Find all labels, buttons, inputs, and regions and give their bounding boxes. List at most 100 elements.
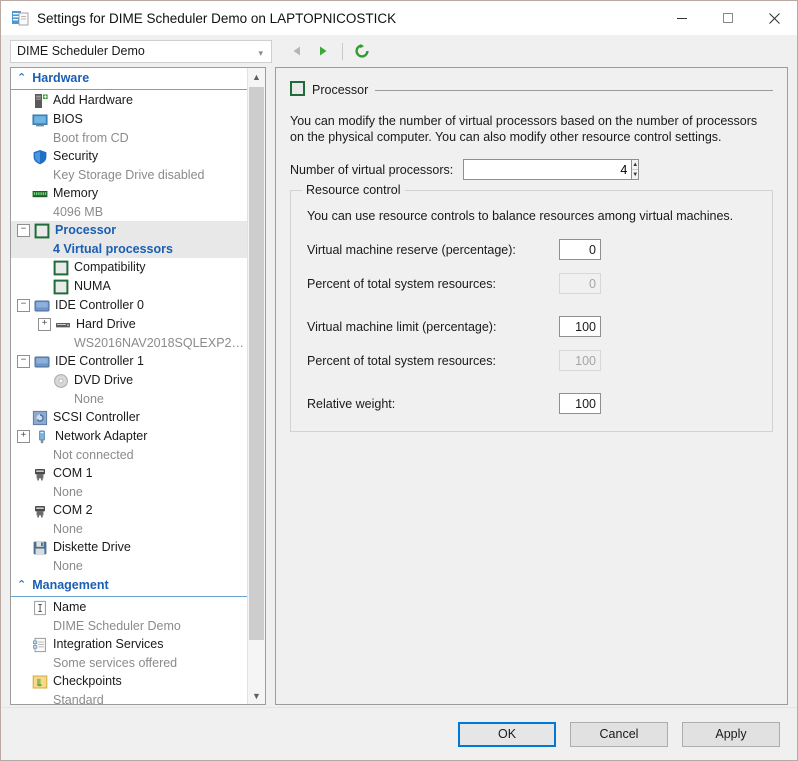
forward-button[interactable] <box>311 39 335 63</box>
processor-icon <box>53 260 69 276</box>
toolbar-buttons <box>285 39 374 63</box>
stepper-down-icon[interactable]: ▼ <box>632 170 639 179</box>
sidebar-scrollbar[interactable]: ▲ ▼ <box>247 68 265 704</box>
tree-item-label: NUMA <box>74 279 111 293</box>
scroll-down-icon[interactable]: ▼ <box>248 687 265 704</box>
tree-item-sublabel: Not connected <box>53 448 134 462</box>
tree-item-network-adapter[interactable]: + Network Adapter <box>11 427 247 446</box>
tree-item-sublabel: None <box>53 559 83 573</box>
stepper-up-icon[interactable]: ▲ <box>632 160 639 170</box>
refresh-button[interactable] <box>350 39 374 63</box>
tree-item-diskette-drive[interactable]: Diskette Drive <box>11 538 247 557</box>
window-title: Settings for DIME Scheduler Demo on LAPT… <box>37 10 397 26</box>
tree-item-scsi-controller[interactable]: SCSI Controller <box>11 408 247 427</box>
resource-field-label: Relative weight: <box>307 396 396 411</box>
resource-control-fields: Virtual machine reserve (percentage): Per… <box>305 239 758 414</box>
hard-drive-icon <box>55 317 71 333</box>
collapse-icon[interactable]: − <box>17 299 30 312</box>
sidebar-section-label: Management <box>32 578 109 592</box>
stepper-buttons[interactable]: ▲ ▼ <box>632 159 640 180</box>
expand-icon[interactable]: + <box>17 430 30 443</box>
resource-field-input <box>559 273 601 294</box>
resource-field-input[interactable] <box>559 239 601 260</box>
tree-item-label: BIOS <box>53 112 83 126</box>
tree-item-sublabel: Boot from CD <box>53 131 129 145</box>
tree-item-label: COM 1 <box>53 466 93 480</box>
tree-item-security[interactable]: Security <box>11 147 247 166</box>
bios-icon <box>32 112 48 128</box>
settings-tree[interactable]: ⌃ Hardware Add Hardware BIOS Boot from CD Sec… <box>11 68 247 704</box>
tree-item-label: Integration Services <box>53 637 164 651</box>
processor-count-input[interactable] <box>463 159 633 180</box>
tree-item-memory[interactable]: Memory <box>11 184 247 203</box>
tree-item-label: Checkpoints <box>53 674 122 688</box>
resource-control-legend: Resource control <box>302 183 405 197</box>
tree-item-com-1[interactable]: COM 1 <box>11 464 247 483</box>
dvd-drive-icon <box>53 373 69 389</box>
tree-item-sublabel: Standard <box>53 693 104 704</box>
cancel-button[interactable]: Cancel <box>570 721 668 747</box>
tree-item-sublabel: None <box>53 485 83 499</box>
processor-icon <box>290 81 305 99</box>
processor-count-row: Number of virtual processors: ▲ ▼ <box>290 159 773 180</box>
tree-item-sublabel: Some services offered <box>53 656 178 670</box>
apply-button[interactable]: Apply <box>682 721 780 747</box>
processor-count-label: Number of virtual processors: <box>290 162 454 177</box>
minimize-button[interactable] <box>659 1 705 35</box>
resource-control-group: Resource control You can use resource co… <box>290 183 773 432</box>
scrollbar-thumb[interactable] <box>249 87 264 640</box>
chevron-up-icon: ⌃ <box>17 578 27 591</box>
tree-item-name[interactable]: Name <box>11 598 247 617</box>
scroll-up-icon[interactable]: ▲ <box>248 68 265 85</box>
tree-item-ide-controller-0[interactable]: − IDE Controller 0 <box>11 296 247 315</box>
tree-item-integration-services[interactable]: Integration Services <box>11 635 247 654</box>
sidebar-section-hardware[interactable]: ⌃ Hardware <box>11 68 247 90</box>
tree-item-sublabel: WS2016NAV2018SQLEXP2… <box>74 336 245 350</box>
tree-item-hard-drive[interactable]: + Hard Drive <box>11 315 247 334</box>
collapse-icon[interactable]: − <box>17 355 30 368</box>
tree-item-sublabel: None <box>53 522 83 536</box>
processor-group-header: Processor <box>290 81 773 99</box>
back-button[interactable] <box>285 39 309 63</box>
close-button[interactable] <box>751 1 797 35</box>
collapse-icon[interactable]: − <box>17 224 30 237</box>
tree-item-dvd-drive[interactable]: DVD Drive <box>11 371 247 390</box>
chevron-down-icon: ▾ <box>258 47 263 58</box>
vm-select-dropdown[interactable]: DIME Scheduler Demo ▾ <box>10 39 272 63</box>
tree-item-label: Network Adapter <box>55 429 148 443</box>
tree-item-label: Processor <box>55 223 117 237</box>
resource-field-input[interactable] <box>559 393 601 414</box>
tree-item-compatibility[interactable]: Compatibility <box>11 258 247 277</box>
tree-item-label: COM 2 <box>53 503 93 517</box>
sidebar-section-label: Hardware <box>32 71 90 85</box>
resource-field-row: Relative weight: <box>305 393 758 414</box>
processor-count-stepper[interactable]: ▲ ▼ <box>463 159 640 180</box>
toolbar: DIME Scheduler Demo ▾ <box>1 35 797 67</box>
main-panel: Processor You can modify the number of v… <box>275 67 788 705</box>
ok-button[interactable]: OK <box>458 721 556 747</box>
expand-icon[interactable]: + <box>38 318 51 331</box>
tree-item-numa[interactable]: NUMA <box>11 277 247 296</box>
resource-field-input[interactable] <box>559 316 601 337</box>
tree-item-checkpoints[interactable]: Checkpoints <box>11 672 247 691</box>
processor-group-title: Processor <box>312 83 369 97</box>
resource-field-row: Virtual machine limit (percentage): <box>305 316 758 337</box>
tree-item-com-2[interactable]: COM 2 <box>11 501 247 520</box>
tree-item-sublabel: DIME Scheduler Demo <box>53 619 181 633</box>
tree-item-processor[interactable]: − Processor <box>11 221 247 240</box>
tree-item-ide-controller-1[interactable]: − IDE Controller 1 <box>11 352 247 371</box>
sidebar-section-management[interactable]: ⌃ Management <box>11 575 247 597</box>
content-area: ⌃ Hardware Add Hardware BIOS Boot from CD Sec… <box>1 67 797 705</box>
tree-item-add-hardware[interactable]: Add Hardware <box>11 91 247 110</box>
tree-item-bios[interactable]: BIOS <box>11 110 247 129</box>
checkpoints-icon <box>32 674 48 690</box>
dialog-footer: OK Cancel Apply <box>1 707 797 760</box>
maximize-button[interactable] <box>705 1 751 35</box>
